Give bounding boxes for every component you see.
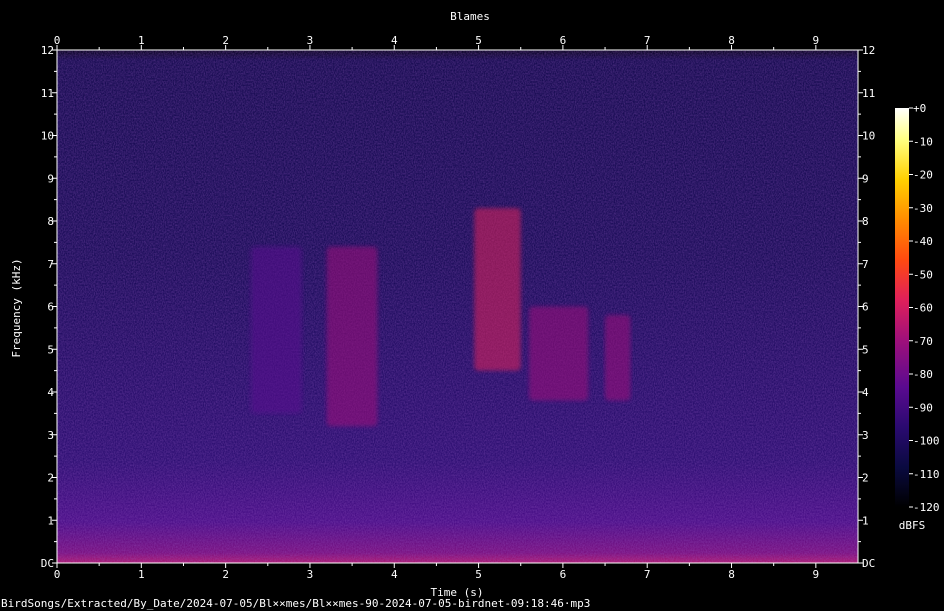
y-tick-label-right: 10	[862, 130, 875, 143]
x-tick-label-top: 6	[560, 34, 567, 47]
y-axis-left: DC123456789101112	[41, 44, 57, 570]
y-tick-label-right: 6	[862, 301, 869, 314]
x-tick-label-top: 1	[138, 34, 145, 47]
colorbar-tick-label: -70	[913, 335, 933, 348]
y-tick-label-right: 5	[862, 343, 869, 356]
y-tick-label-right: 7	[862, 258, 869, 271]
x-tick-label-top: 3	[307, 34, 314, 47]
x-tick-label-top: 9	[813, 34, 820, 47]
y-tick-label-right: DC	[862, 557, 875, 570]
x-axis-bottom: 0 1 2 3 4 5 6 7 8 9	[54, 563, 819, 581]
colorbar-tick-label: +0	[913, 102, 926, 115]
sound-event	[529, 306, 589, 401]
y-tick-label-right: 11	[862, 87, 875, 100]
y-tick-label-left: 9	[47, 172, 54, 185]
colorbar-tick-label: -110	[913, 468, 940, 481]
y-tick-label-left: 7	[47, 258, 54, 271]
y-tick-label-right: 1	[862, 514, 869, 527]
x-tick-label-bottom: 1	[138, 568, 145, 581]
chart-title: Blames	[450, 10, 490, 23]
colorbar: +0 -10 -20 -30 -40 -50 -60 -70 -80 -90 -100 -110 -12…	[895, 102, 940, 532]
y-tick-label-left: DC	[41, 557, 54, 570]
spectrogram-noise	[57, 50, 858, 563]
y-tick-label-left: 10	[41, 130, 54, 143]
colorbar-tick-label: -20	[913, 169, 933, 182]
colorbar-tick-label: -40	[913, 235, 933, 248]
spectrogram-chart: Blames 0123456789 0123456789 DC123456789…	[1, 10, 940, 610]
y-tick-label-left: 6	[47, 301, 54, 314]
y-tick-label-left: 1	[47, 514, 54, 527]
x-tick-label-bottom: 3	[307, 568, 314, 581]
y-tick-label-right: 12	[862, 44, 875, 57]
sound-event	[474, 208, 521, 371]
file-path-footer: BirdSongs/Extracted/By_Date/2024-07-05/B…	[1, 597, 590, 610]
colorbar-tick-label: -90	[913, 401, 933, 414]
y-tick-label-left: 4	[47, 386, 54, 399]
y-tick-label-left: 3	[47, 429, 54, 442]
x-tick-label-top: 2	[222, 34, 229, 47]
x-tick-label-bottom: 2	[222, 568, 229, 581]
colorbar-tick-label: -50	[913, 268, 933, 281]
plot-area	[56, 49, 859, 564]
x-tick-label-top: 8	[728, 34, 735, 47]
colorbar-label: dBFS	[899, 519, 926, 532]
x-tick-label-bottom: 4	[391, 568, 398, 581]
colorbar-tick-label: -80	[913, 368, 933, 381]
sound-event	[605, 315, 631, 401]
y-tick-label-right: 4	[862, 386, 869, 399]
colorbar-tick-label: -120	[913, 501, 940, 514]
x-tick-label-bottom: 6	[560, 568, 567, 581]
y-axis-right: DC123456789101112	[858, 44, 875, 570]
y-tick-label-left: 5	[47, 343, 54, 356]
y-tick-label-right: 9	[862, 172, 869, 185]
x-tick-label-bottom: 7	[644, 568, 651, 581]
colorbar-tick-label: -60	[913, 302, 933, 315]
y-tick-label-left: 2	[47, 472, 54, 485]
y-tick-label-left: 8	[47, 215, 54, 228]
colorbar-ticks: +0 -10 -20 -30 -40 -50 -60 -70 -80 -90 -100 -110 -12…	[909, 102, 940, 514]
sound-event	[326, 246, 378, 427]
y-tick-label-right: 3	[862, 429, 869, 442]
x-tick-label-bottom: 8	[728, 568, 735, 581]
x-tick-label-bottom: 0	[54, 568, 61, 581]
colorbar-tick-label: -10	[913, 135, 933, 148]
colorbar-tick-label: -30	[913, 202, 933, 215]
sound-event	[250, 246, 302, 414]
y-tick-label-right: 2	[862, 472, 869, 485]
y-tick-label-left: 12	[41, 44, 54, 57]
x-tick-label-top: 0	[54, 34, 61, 47]
y-tick-label-left: 11	[41, 87, 54, 100]
x-tick-label-top: 4	[391, 34, 398, 47]
colorbar-tick-label: -100	[913, 435, 940, 448]
x-tick-label-top: 5	[475, 34, 482, 47]
colorbar-gradient	[895, 108, 909, 507]
x-tick-label-bottom: 5	[475, 568, 482, 581]
y-axis-label: Frequency (kHz)	[10, 258, 23, 357]
x-axis-top: 0 1 2 3 4 5 6 7 8 9	[54, 34, 819, 50]
x-tick-label-bottom: 9	[813, 568, 820, 581]
x-tick-label-top: 7	[644, 34, 651, 47]
y-tick-label-right: 8	[862, 215, 869, 228]
